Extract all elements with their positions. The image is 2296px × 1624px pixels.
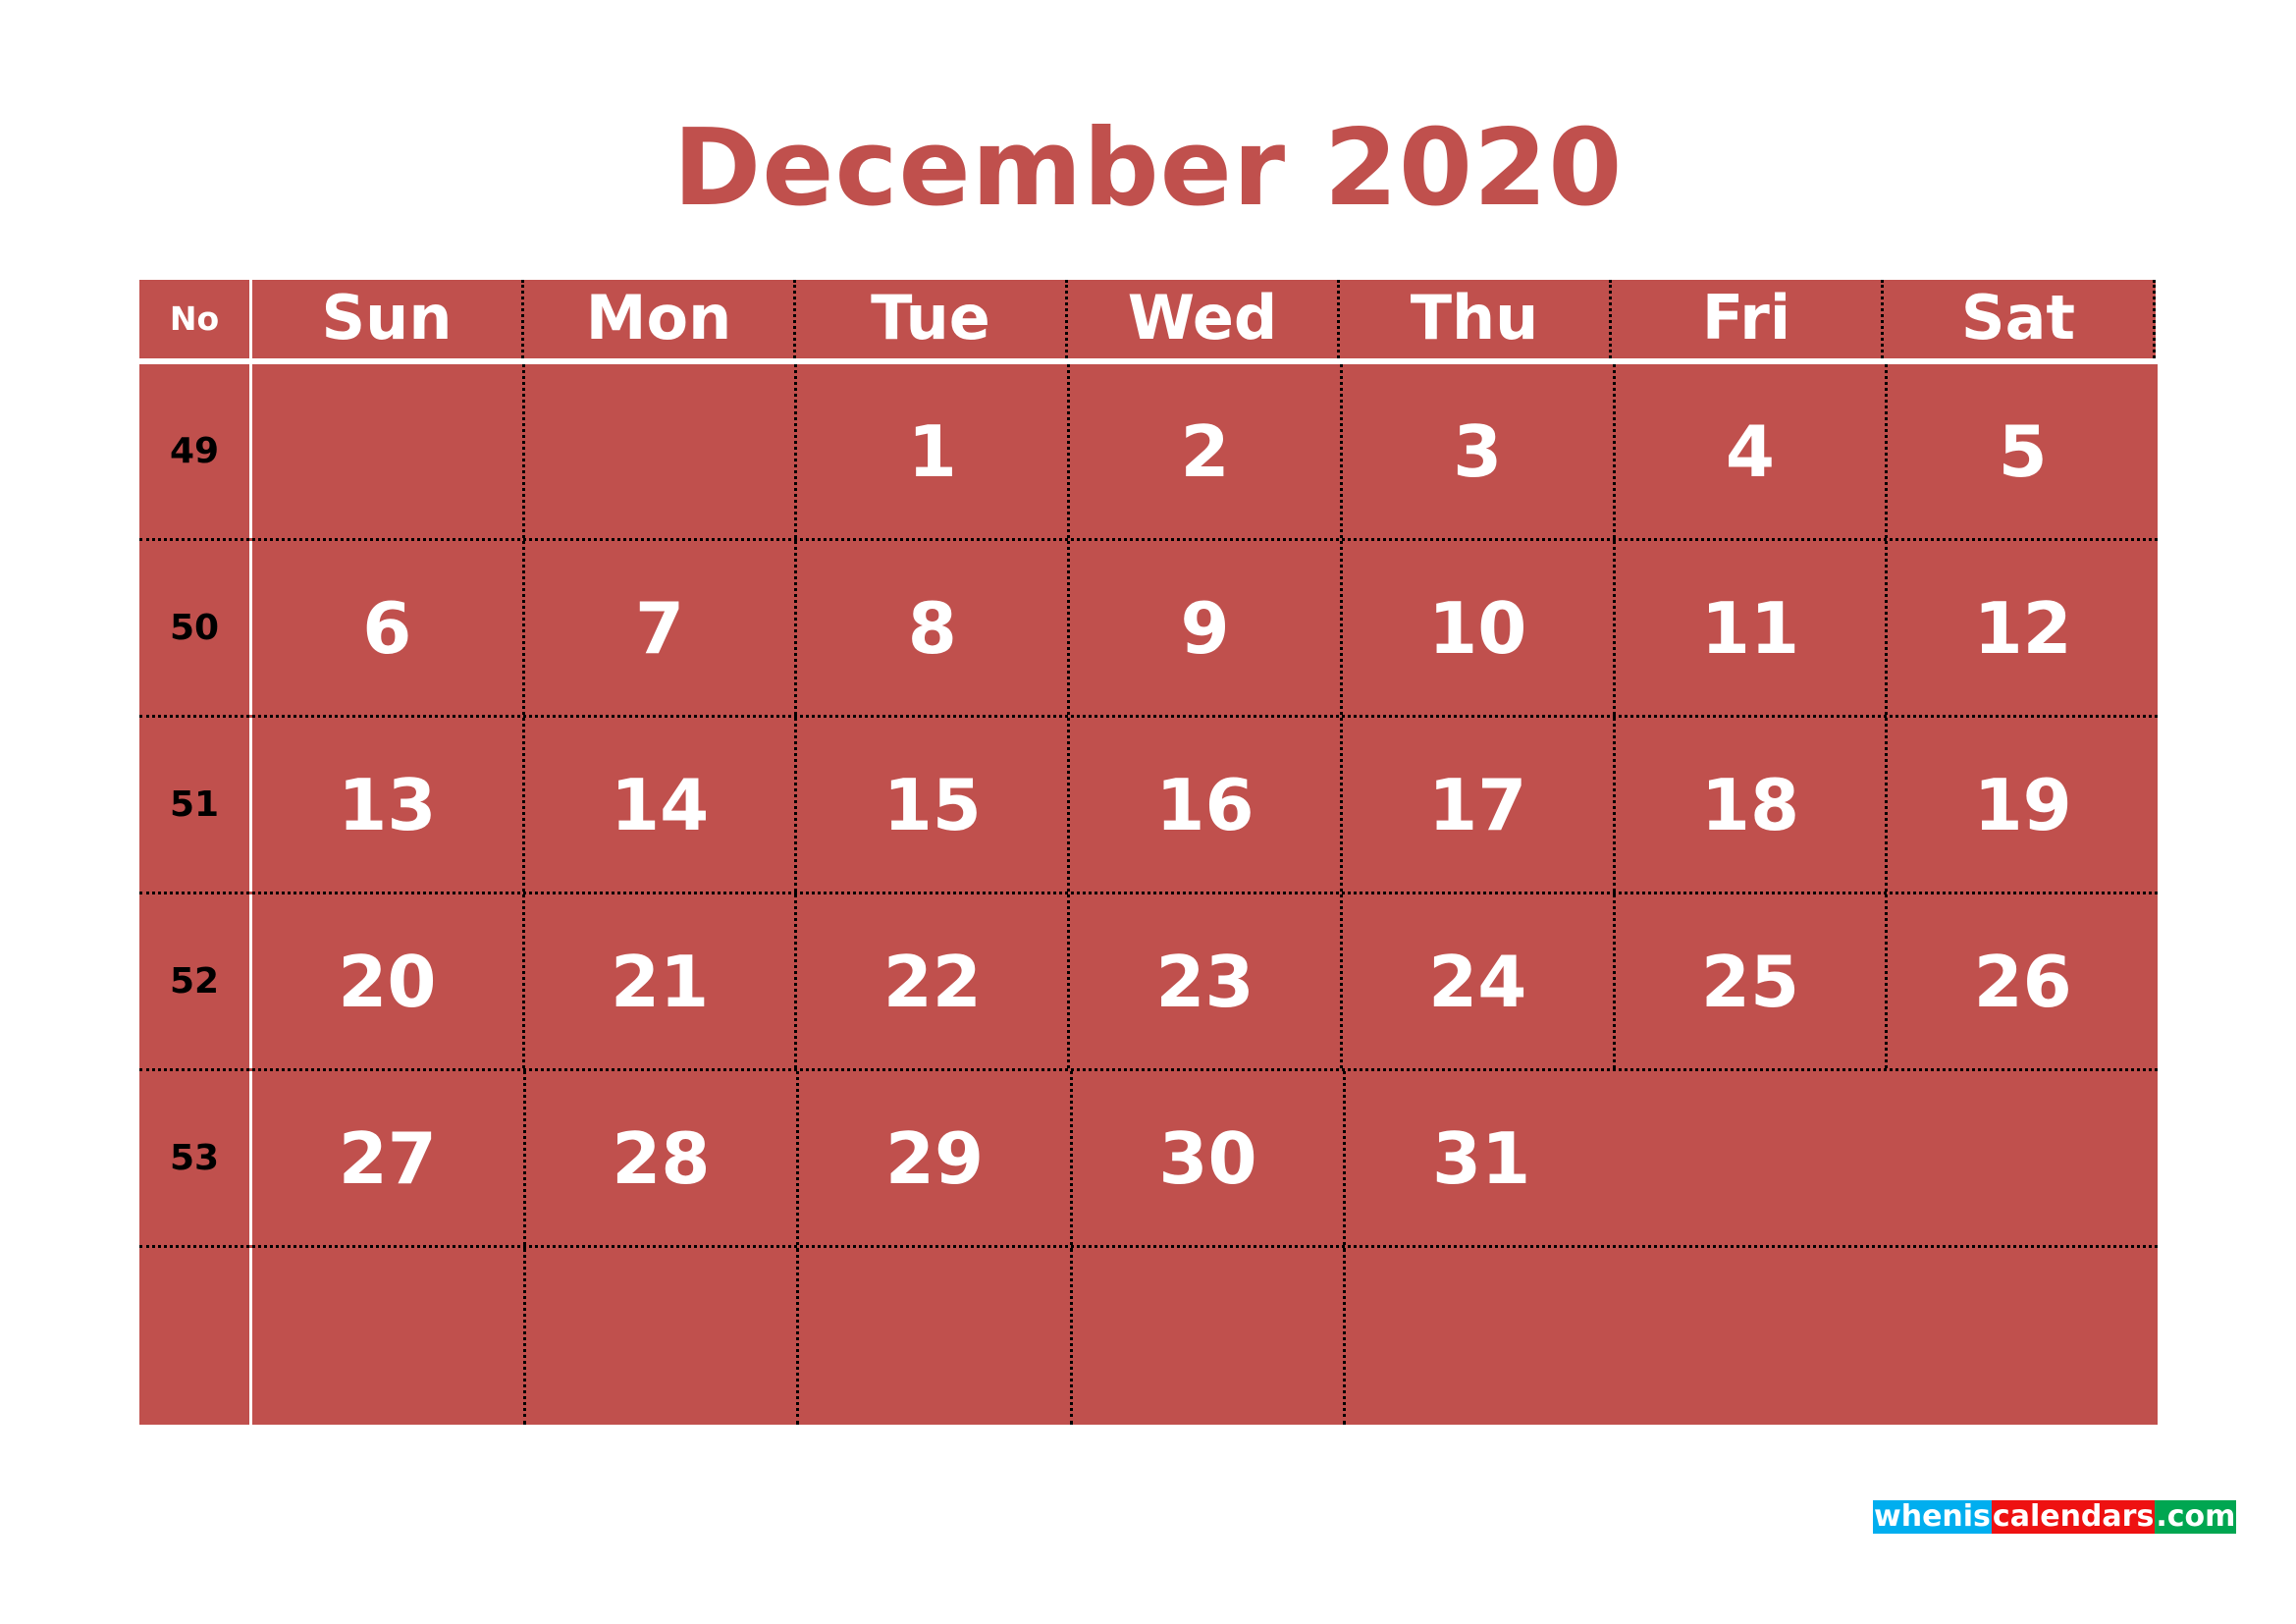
day-cell-sun[interactable]: 20 (252, 894, 525, 1068)
week-number: 49 (139, 364, 252, 538)
day-cell-thu[interactable] (1346, 1248, 1617, 1425)
header-separator-line (139, 358, 2158, 364)
day-cell-fri[interactable] (1617, 1248, 1888, 1425)
watermark-part-whenis: whenis (1873, 1499, 1992, 1534)
page-title: December 2020 (672, 107, 1624, 230)
day-cell-tue[interactable]: 29 (799, 1071, 1073, 1245)
day-cell-mon[interactable] (525, 364, 798, 538)
header-day-wed: Wed (1068, 280, 1340, 358)
day-cell-fri[interactable] (1617, 1071, 1888, 1245)
day-cell-sun[interactable]: 6 (252, 541, 525, 715)
day-cell-fri[interactable]: 25 (1616, 894, 1889, 1068)
day-cell-sat[interactable] (1887, 1071, 2158, 1245)
watermark-part-domain: .com (2155, 1499, 2237, 1534)
header-day-thu: Thu (1340, 280, 1612, 358)
day-cell-fri[interactable]: 11 (1616, 541, 1889, 715)
day-cell-tue[interactable]: 1 (797, 364, 1071, 538)
header-day-mon: Mon (524, 280, 796, 358)
day-cell-tue[interactable]: 8 (797, 541, 1071, 715)
day-cell-wed[interactable] (1073, 1248, 1347, 1425)
calendar-grid: No Sun Mon Tue Wed Thu Fri Sat 49 1 2 3 … (139, 280, 2158, 1425)
day-cell-sat[interactable] (1887, 1248, 2158, 1425)
day-cell-mon[interactable]: 21 (525, 894, 798, 1068)
table-row: 50 6 7 8 9 10 11 12 (139, 541, 2158, 718)
day-cell-wed[interactable]: 2 (1070, 364, 1343, 538)
header-day-tue: Tue (796, 280, 1068, 358)
site-watermark[interactable]: whenis calendars .com (1873, 1499, 2237, 1534)
table-row (139, 1248, 2158, 1425)
day-cell-sun[interactable]: 27 (252, 1071, 526, 1245)
day-cell-sat[interactable]: 19 (1888, 718, 2158, 892)
day-cell-tue[interactable]: 15 (797, 718, 1071, 892)
table-row: 51 13 14 15 16 17 18 19 (139, 718, 2158, 894)
week-number (139, 1248, 252, 1425)
day-cell-sat[interactable]: 5 (1888, 364, 2158, 538)
day-cell-wed[interactable]: 23 (1070, 894, 1343, 1068)
day-cell-thu[interactable]: 24 (1343, 894, 1616, 1068)
day-cell-fri[interactable]: 4 (1616, 364, 1889, 538)
day-cell-mon[interactable]: 7 (525, 541, 798, 715)
calendar-header-row: No Sun Mon Tue Wed Thu Fri Sat (139, 280, 2156, 358)
watermark-part-calendars: calendars (1991, 1499, 2156, 1534)
day-cell-tue[interactable]: 22 (797, 894, 1071, 1068)
week-number: 50 (139, 541, 252, 715)
day-cell-mon[interactable]: 28 (526, 1071, 800, 1245)
day-cell-sat[interactable]: 12 (1888, 541, 2158, 715)
day-cell-thu[interactable]: 3 (1343, 364, 1616, 538)
day-cell-sun[interactable] (252, 1248, 526, 1425)
header-day-sat: Sat (1960, 281, 2076, 353)
table-row: 52 20 21 22 23 24 25 26 (139, 894, 2158, 1071)
day-cell-mon[interactable]: 14 (525, 718, 798, 892)
day-cell-thu[interactable]: 31 (1346, 1071, 1617, 1245)
week-number: 51 (139, 718, 252, 892)
calendar-body: 49 1 2 3 4 5 50 6 7 8 9 10 11 12 51 13 1… (139, 364, 2158, 1425)
day-cell-mon[interactable] (526, 1248, 800, 1425)
week-number: 52 (139, 894, 252, 1068)
day-cell-tue[interactable] (799, 1248, 1073, 1425)
table-row: 49 1 2 3 4 5 (139, 364, 2158, 541)
header-day-sun: Sun (252, 280, 524, 358)
day-cell-sat[interactable]: 26 (1888, 894, 2158, 1068)
header-day-fri: Fri (1612, 280, 1884, 358)
table-row: 53 27 28 29 30 31 (139, 1071, 2158, 1248)
day-cell-wed[interactable]: 9 (1070, 541, 1343, 715)
day-cell-fri[interactable]: 18 (1616, 718, 1889, 892)
day-cell-wed[interactable]: 16 (1070, 718, 1343, 892)
day-cell-sun[interactable]: 13 (252, 718, 525, 892)
week-number: 53 (139, 1071, 252, 1245)
day-cell-thu[interactable]: 17 (1343, 718, 1616, 892)
header-week-number-label: No (139, 280, 252, 358)
day-cell-wed[interactable]: 30 (1073, 1071, 1347, 1245)
day-cell-thu[interactable]: 10 (1343, 541, 1616, 715)
day-cell-sun[interactable] (252, 364, 525, 538)
